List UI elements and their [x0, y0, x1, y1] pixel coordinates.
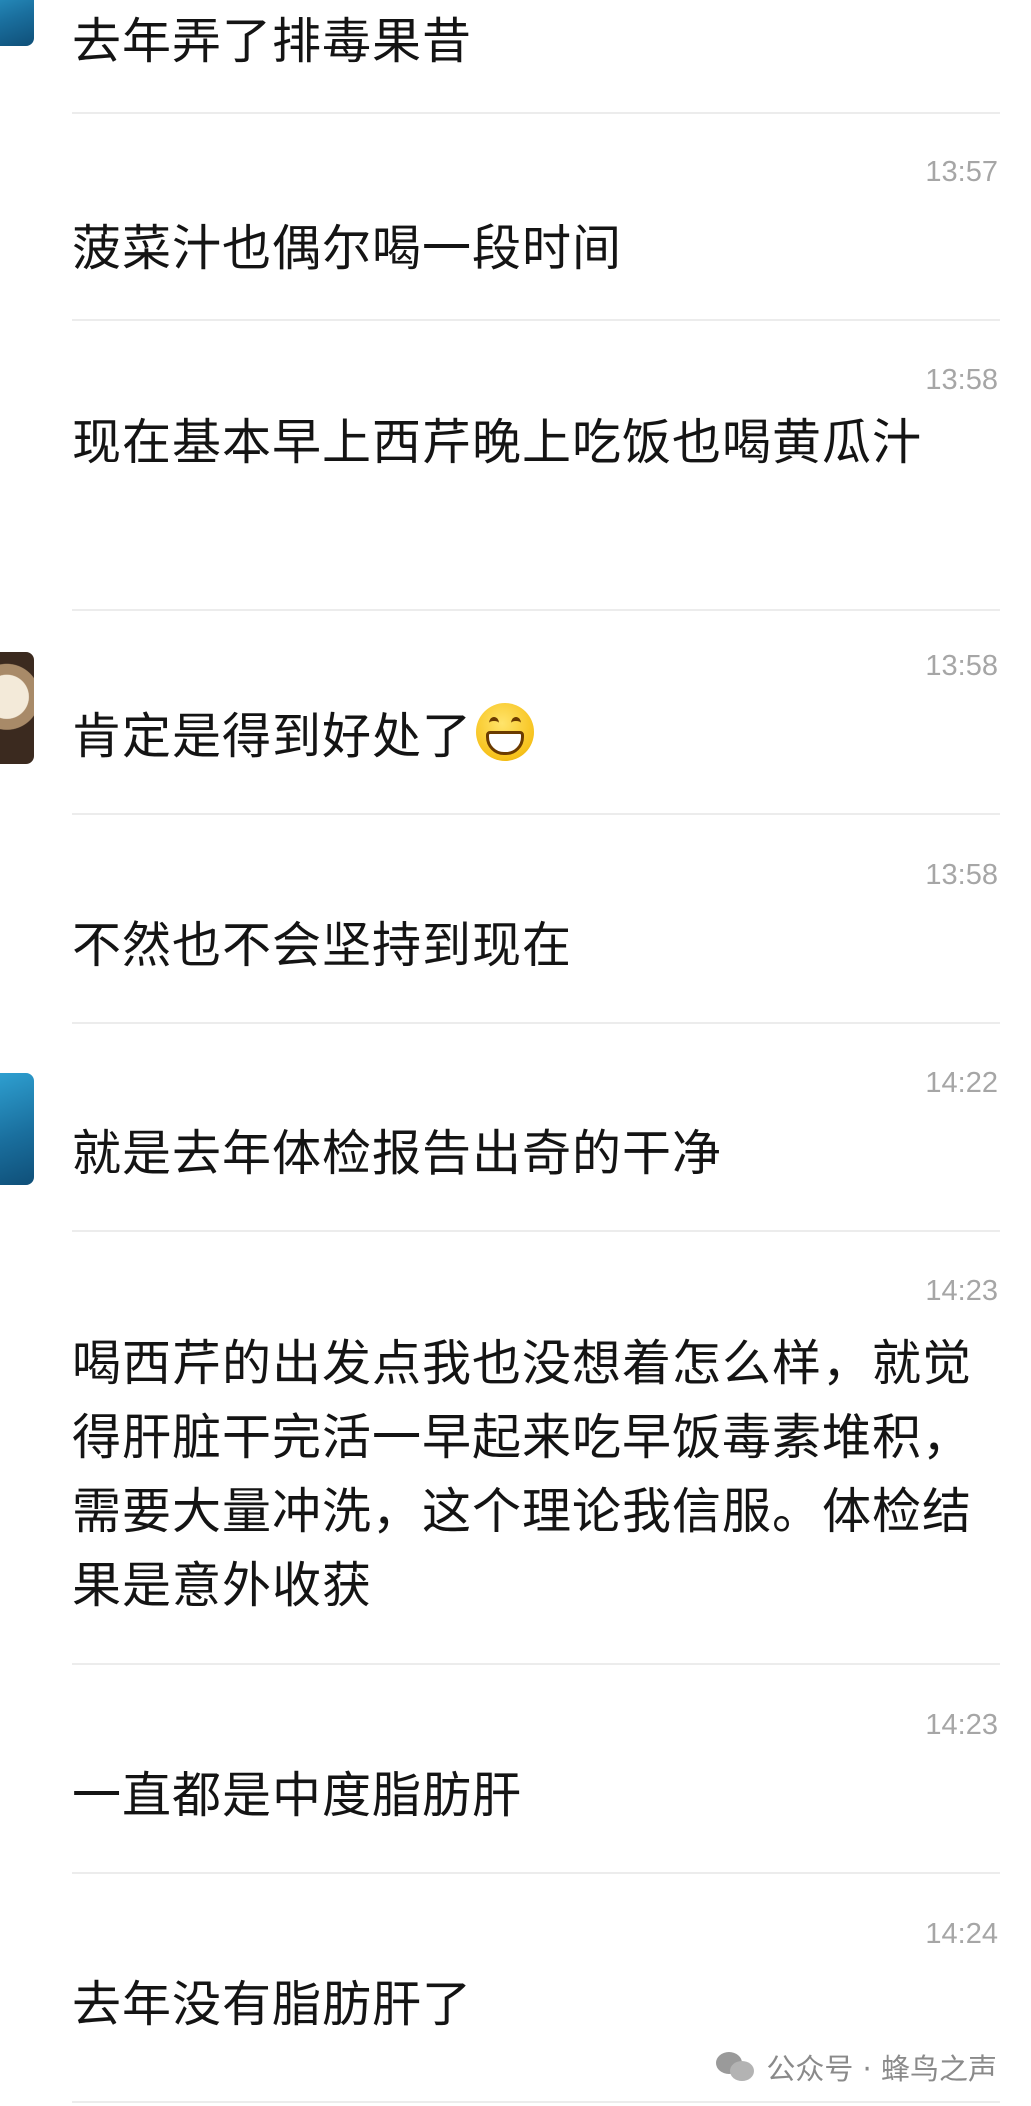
message-time: 14:23	[925, 1709, 998, 1741]
message-text: 喝西芹的出发点我也没想着怎么样，就觉得肝脏干完活一早起来吃早饭毒素堆积，需要大量…	[72, 1335, 973, 1614]
message-time: 14:24	[925, 1918, 998, 1950]
message-time: 13:58	[925, 859, 998, 891]
message-text: 不然也不会坚持到现在	[72, 917, 573, 974]
message-text: 去年没有脂肪肝了	[72, 1976, 473, 2033]
message-text: 就是去年体检报告出奇的干净	[72, 1125, 723, 1182]
message-text: 肯定是得到好处了	[72, 700, 972, 774]
avatar[interactable]	[0, 0, 34, 46]
avatar[interactable]	[0, 1073, 34, 1185]
wechat-icon	[716, 2052, 756, 2082]
message-text: 去年弄了排毒果昔	[72, 13, 473, 70]
divider	[72, 319, 1000, 321]
divider	[72, 609, 1000, 611]
divider	[72, 112, 1000, 114]
grinning-face-emoji-icon	[476, 703, 535, 761]
divider	[72, 2101, 1000, 2103]
avatar[interactable]	[0, 652, 34, 764]
message-time: 14:22	[925, 1067, 998, 1099]
watermark: 公众号 · 蜂鸟之声	[716, 2046, 997, 2088]
watermark-text: 公众号 · 蜂鸟之声	[766, 2052, 997, 2086]
message-time: 14:23	[925, 1275, 998, 1307]
divider	[72, 813, 1000, 815]
message-time: 13:58	[925, 364, 998, 396]
divider	[72, 1663, 1000, 1665]
divider	[72, 1872, 1000, 1874]
message-text: 现在基本早上西芹晚上吃饭也喝黄瓜汁	[72, 414, 923, 471]
divider	[72, 1022, 1000, 1024]
message-text-content: 肯定是得到好处了	[72, 708, 473, 765]
message-text: 一直都是中度脂肪肝	[72, 1767, 523, 1824]
message-time: 13:58	[925, 650, 998, 682]
divider	[72, 1230, 1000, 1232]
chat-thread: 去年弄了排毒果昔 13:57 菠菜汁也偶尔喝一段时间 13:58 现在基本早上西…	[0, 0, 1031, 2106]
message-text: 菠菜汁也偶尔喝一段时间	[72, 220, 623, 277]
message-time: 13:57	[925, 156, 998, 188]
